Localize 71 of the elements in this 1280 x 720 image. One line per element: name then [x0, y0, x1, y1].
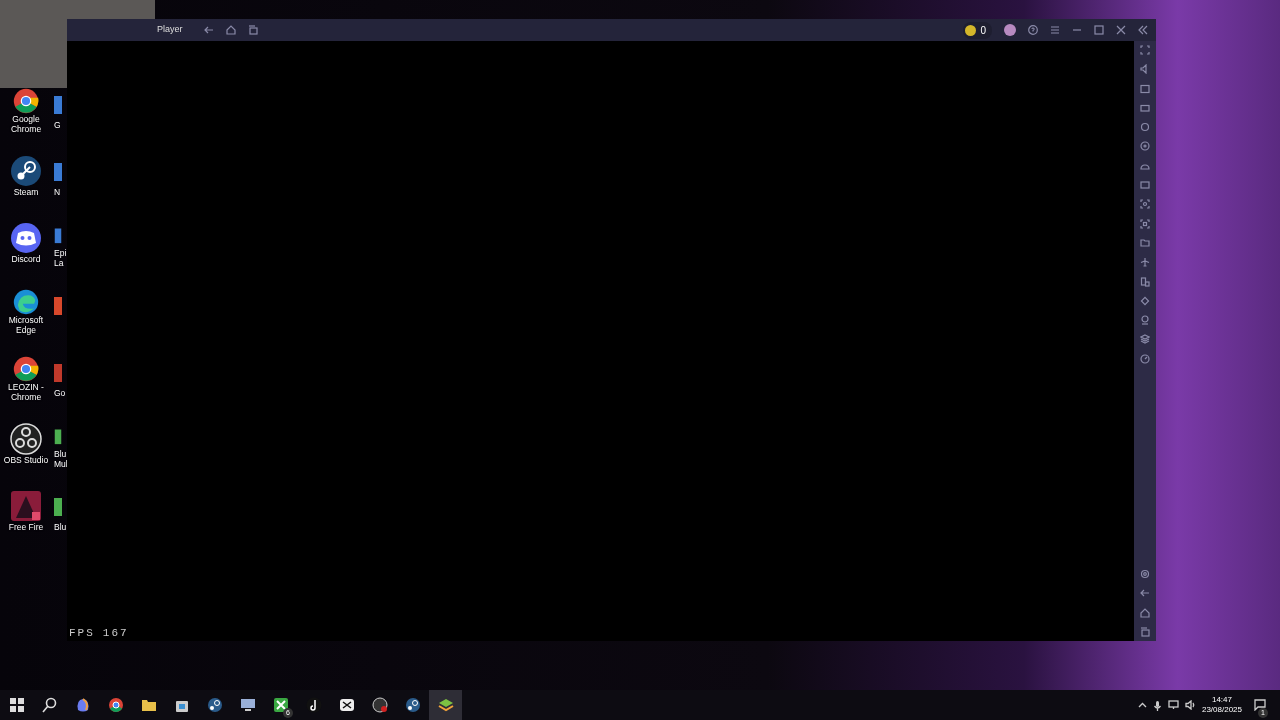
monitor-icon [239, 697, 256, 713]
devices-icon[interactable] [1140, 276, 1150, 287]
obs-logo-icon [371, 697, 388, 713]
steam-logo-icon [10, 155, 42, 187]
desktop-icon-label[interactable]: Steam [0, 187, 52, 197]
home-icon[interactable] [226, 25, 236, 35]
cut-logo-icon [338, 697, 355, 713]
xbox-logo-icon [272, 697, 289, 713]
record-icon[interactable] [1140, 218, 1150, 229]
coin-counter[interactable]: 0 [963, 21, 992, 39]
back-arrow-icon[interactable] [1140, 588, 1150, 599]
recent-apps-icon[interactable] [1140, 627, 1150, 637]
obs-logo-icon [10, 423, 42, 455]
avatar-icon[interactable] [1004, 24, 1016, 36]
coin-icon [965, 24, 977, 36]
window-title: Player [157, 23, 183, 36]
location-icon[interactable] [1140, 315, 1150, 326]
time-text: 14:47 [1211, 695, 1232, 705]
collapse-icon[interactable] [1138, 25, 1148, 35]
home-icon[interactable] [1140, 607, 1150, 618]
layers-logo-icon [437, 697, 454, 713]
back-arrow-icon[interactable] [204, 25, 214, 35]
desktop-icon-label[interactable]: Go [54, 388, 68, 398]
desktop-icon-label[interactable]: Epi La [54, 248, 68, 268]
help-icon[interactable] [1028, 25, 1038, 35]
game-artwork-icon [10, 490, 42, 522]
chevron-up-icon[interactable] [1137, 700, 1147, 710]
maximize-icon[interactable] [1094, 25, 1104, 35]
taskbar-clock[interactable]: 14:47 23/08/2025 [1201, 695, 1242, 715]
microphone-icon[interactable] [1152, 699, 1162, 711]
shake-icon[interactable] [1140, 295, 1150, 306]
recent-apps-icon[interactable] [248, 25, 258, 35]
desktop-icon-label[interactable]: N [54, 187, 68, 197]
search-icon [41, 697, 58, 713]
windows-logo-icon [8, 697, 25, 713]
discord-logo-icon [10, 222, 42, 254]
coin-count: 0 [980, 23, 986, 38]
volume-icon[interactable] [1184, 700, 1196, 710]
date-text: 23/08/2025 [1201, 705, 1242, 715]
fps-icon[interactable] [1140, 180, 1150, 191]
gamepad-icon[interactable] [1140, 122, 1150, 133]
close-icon[interactable] [1116, 25, 1126, 35]
fullscreen-icon[interactable] [1140, 45, 1150, 55]
steam-logo-icon [404, 697, 421, 713]
screenshot-icon[interactable] [1140, 199, 1150, 210]
airplane-icon[interactable] [1140, 257, 1150, 268]
notification-icon [1254, 699, 1266, 711]
desktop-icon-label[interactable]: LEOZIN - Chrome [0, 382, 52, 402]
desktop-icon-label[interactable]: G [54, 120, 68, 130]
folder-icon [140, 697, 157, 713]
screen-icon[interactable] [1140, 83, 1150, 94]
desktop-icon-label[interactable]: OBS Studio [0, 455, 52, 465]
rotate-icon[interactable] [1140, 141, 1150, 152]
desktop-icon-label[interactable]: Free Fire [0, 522, 52, 532]
steam-logo-icon [206, 697, 223, 713]
taskbar-app-button[interactable] [429, 690, 462, 720]
speed-icon[interactable] [1140, 353, 1150, 364]
menu-icon[interactable] [1050, 25, 1060, 35]
desktop-icon-label[interactable]: Discord [0, 254, 52, 264]
fps-value: 167 [102, 625, 129, 641]
fps-label: FPS [69, 625, 95, 641]
settings-icon[interactable] [1140, 569, 1150, 580]
desktop-icon-label[interactable]: Microsoft Edge [0, 315, 52, 335]
network-icon[interactable] [1167, 700, 1179, 710]
keyboard-icon[interactable] [1140, 102, 1150, 113]
chrome-logo-icon [107, 697, 124, 713]
desktop-icon-label[interactable]: Blu [54, 522, 68, 532]
desktop-icon-label[interactable]: Google Chrome [0, 114, 52, 134]
layers-icon[interactable] [1140, 334, 1150, 345]
folder-icon[interactable] [1140, 237, 1150, 248]
desktop-icon-label[interactable]: Blu Mul [54, 449, 68, 469]
